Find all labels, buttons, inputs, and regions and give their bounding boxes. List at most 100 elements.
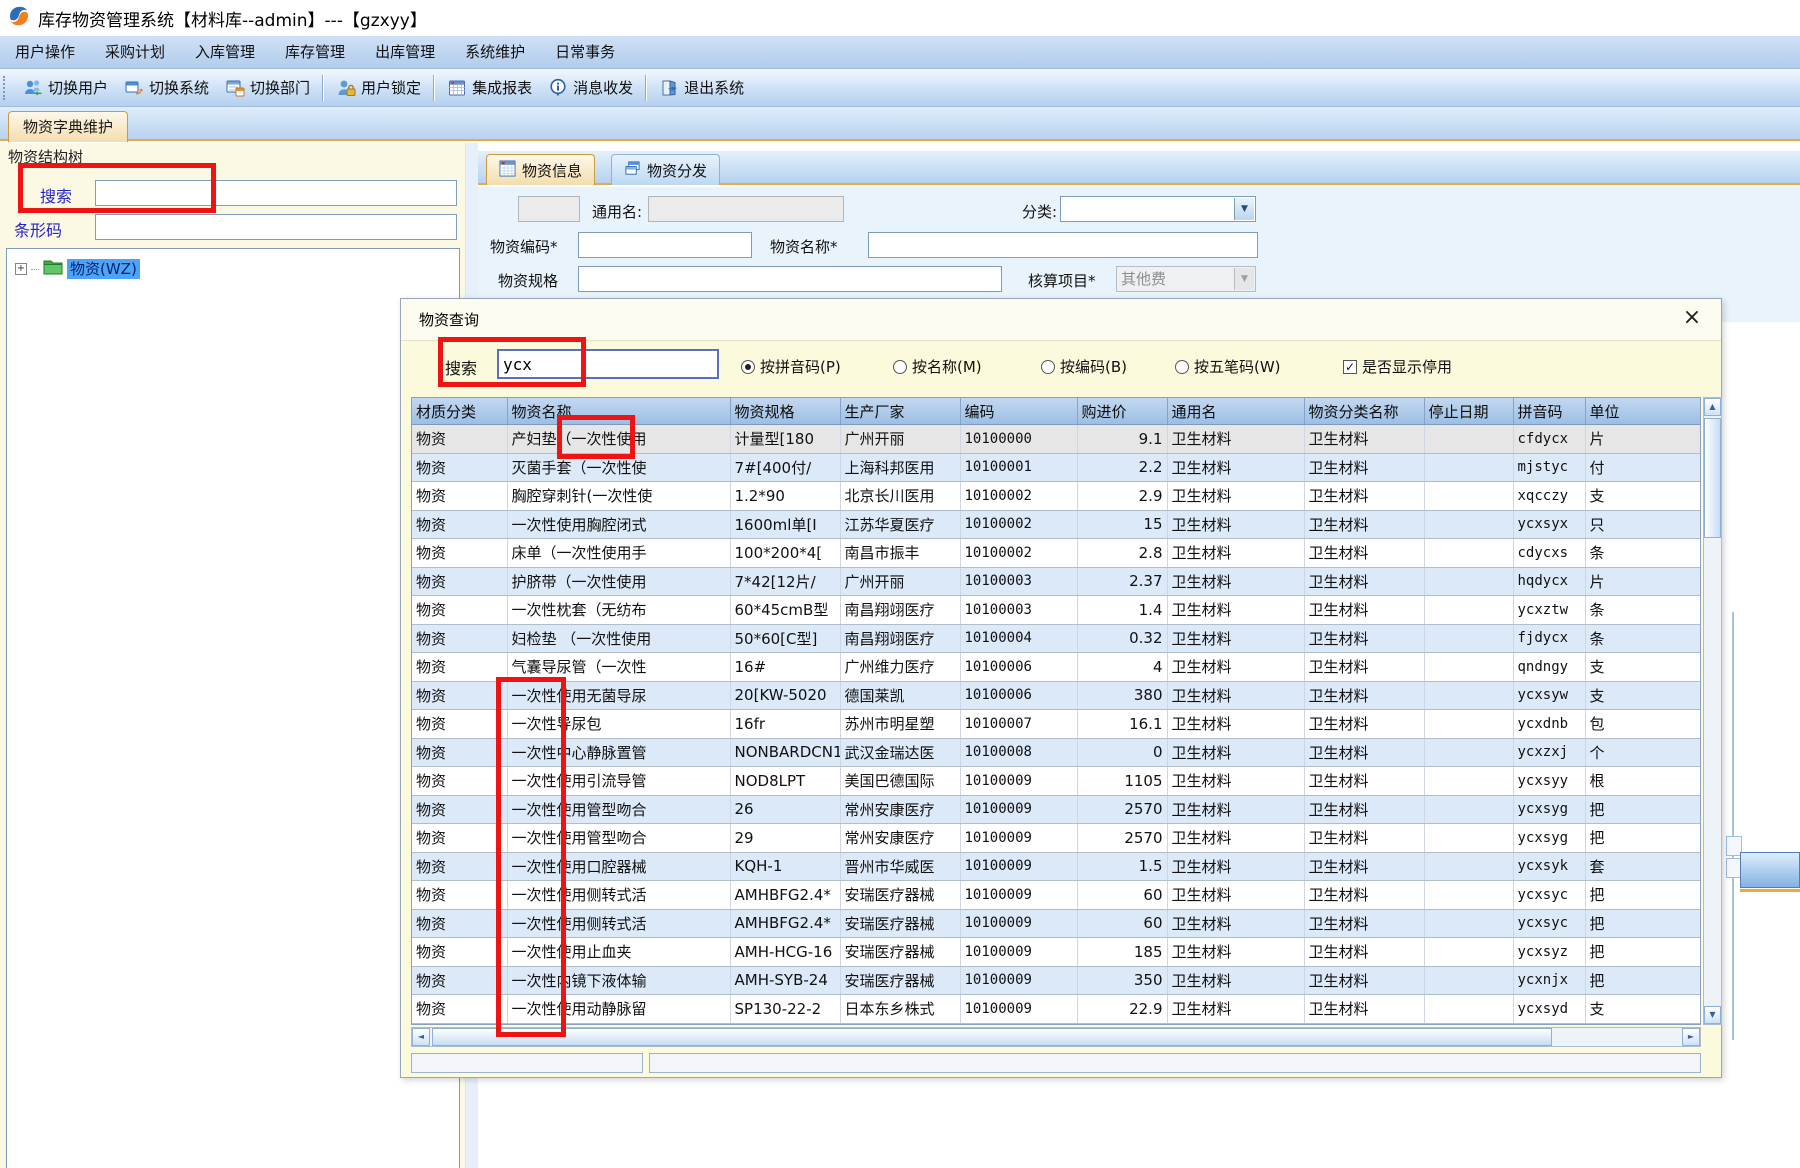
cell: 物资 (412, 709, 508, 739)
table-row[interactable]: 物资 一次性使用无菌导尿 20[KW-5020 德国莱凯 10100006 380 卫生材料… (412, 681, 1700, 710)
table-row[interactable]: 物资 一次性导尿包 16fr 苏州市明星塑 10100007 16.1 卫生材料 卫生材料 yc… (412, 709, 1700, 739)
menu-item-user-operations[interactable]: 用户操作 (0, 36, 90, 68)
toolbar-button-exit[interactable]: 退出系统 (651, 74, 752, 101)
cell (1424, 652, 1514, 682)
cell (1424, 510, 1514, 539)
radio-by-wubi[interactable]: 按五笔码(W) (1175, 356, 1281, 377)
toolbar-button-switch-department[interactable]: 切换部门 (217, 74, 318, 101)
cell: ycxsyk (1513, 852, 1586, 881)
tab-material-dictionary[interactable]: 物资字典维护 (8, 111, 129, 142)
cell: 10100009 (960, 766, 1078, 796)
cell: 卫生材料 (1167, 681, 1305, 710)
cell: 10100006 (960, 652, 1078, 682)
scroll-left-icon[interactable]: ◄ (412, 1028, 430, 1046)
table-row[interactable]: 物资 一次性中心静脉置管 NONBARDCN1 武汉金瑞达医 10100008 0 卫生材料… (412, 738, 1700, 767)
column-header-4[interactable]: 编码 (960, 398, 1078, 425)
toolbar-button-message[interactable]: 消息收发 (540, 74, 641, 101)
toolbar-button-switch-user[interactable]: 切换用户 (15, 74, 116, 101)
column-header-10[interactable]: 单位 (1585, 398, 1700, 425)
cell: 2.37 (1077, 567, 1168, 596)
horizontal-scrollbar[interactable]: ◄ ► (411, 1027, 1701, 1047)
tree-node-label[interactable]: 物资(WZ) (67, 259, 140, 279)
table-row[interactable]: 物资 护脐带（一次性使用 7*42[12片/广州开丽 10100003 2.37 卫生材料… (412, 567, 1700, 596)
toolbar-button-user-lock[interactable]: 用户锁定 (328, 74, 429, 101)
table-row[interactable]: 物资 一次性使用胸腔闭式 1600ml单[I 江苏华夏医疗 10100002 15 卫生材料… (412, 510, 1700, 539)
material-spec-label: 物资规格 (498, 272, 559, 290)
material-code-field[interactable] (578, 232, 752, 258)
table-row[interactable]: 物资 胸腔穿刺针(一次性使 1.2*90 北京长川医用 10100002 2.9 卫生材料卫… (412, 481, 1700, 511)
cell: 2570 (1077, 795, 1168, 824)
tab-material-distribution[interactable]: 物资分发 (611, 154, 721, 185)
menu-item-outbound-management[interactable]: 出库管理 (360, 36, 450, 68)
radio-by-code[interactable]: 按编码(B) (1041, 356, 1127, 377)
horizontal-scroll-thumb[interactable] (432, 1028, 1552, 1046)
toolbar-button-integrated-report[interactable]: 集成报表 (439, 74, 540, 101)
folder-icon (43, 259, 63, 279)
material-spec-field[interactable] (578, 266, 1002, 292)
radio-icon (893, 359, 907, 374)
toolbar-button-switch-system[interactable]: 切换系统 (116, 74, 217, 101)
scroll-right-icon[interactable]: ► (1682, 1028, 1700, 1046)
table-row[interactable]: 物资 一次性使用侧转式活 AMHBFG2.4* 安瑞医疗器械 10100009 60 卫生材… (412, 880, 1700, 910)
material-name-field[interactable] (868, 232, 1258, 258)
table-row[interactable]: 物资 一次性使用动静脉留 SP130-22-2 日本东乡株式 10100009 22.9 卫… (412, 994, 1700, 1024)
table-row[interactable]: 物资 一次性使用止血夹 AMH-HCG-16 安瑞医疗器械 10100009 185 卫生材… (412, 937, 1700, 967)
close-icon[interactable]: × (1679, 305, 1705, 331)
vertical-scroll-thumb[interactable] (1704, 418, 1721, 538)
cell: ycxnjx (1513, 966, 1586, 995)
cell: 0.32 (1077, 624, 1168, 653)
cell: 10100009 (960, 823, 1078, 853)
cell: 10100003 (960, 567, 1078, 596)
radio-icon (741, 359, 755, 374)
menu-item-inbound-management[interactable]: 入库管理 (180, 36, 270, 68)
cell: 卫生材料 (1304, 966, 1425, 995)
menu-item-inventory-management[interactable]: 库存管理 (270, 36, 360, 68)
tab-material-info[interactable]: 物资信息 (486, 154, 596, 185)
cell: 物资 (412, 681, 508, 710)
tree-expand-icon[interactable]: + (15, 263, 27, 275)
table-row[interactable]: 物资 床单（一次性使用手 100*200*4[南昌市振丰 10100002 2.8 卫生材… (412, 538, 1700, 568)
cell: 根 (1585, 766, 1700, 796)
menu-item-system-maintenance[interactable]: 系统维护 (450, 36, 540, 68)
cell: 1105 (1077, 766, 1168, 796)
radio-by-pinyin[interactable]: 按拼音码(P) (741, 356, 841, 377)
vertical-scrollbar[interactable]: ▲ ▼ (1703, 397, 1722, 1025)
cell: 卫生材料 (1304, 795, 1425, 824)
table-row[interactable]: 物资 一次性使用口腔器械 KQH-1 晋州市华威医 10100009 1.5 卫生材料 卫生材… (412, 852, 1700, 881)
column-header-7[interactable]: 物资分类名称 (1304, 398, 1425, 425)
column-header-0[interactable]: 材质分类 (412, 398, 508, 425)
column-header-9[interactable]: 拼音码 (1513, 398, 1586, 425)
cell: 9.1 (1077, 424, 1168, 454)
scroll-up-icon[interactable]: ▲ (1704, 398, 1721, 416)
table-row[interactable]: 物资 一次性内镜下液体输 AMH-SYB-24 安瑞医疗器械 10100009 350 卫生… (412, 966, 1700, 995)
scroll-down-icon[interactable]: ▼ (1704, 1006, 1721, 1024)
chevron-down-icon[interactable]: ▼ (1234, 198, 1254, 220)
table-row[interactable]: 物资 一次性使用引流导管 NOD8LPT 美国巴德国际 10100009 1105 卫生材料… (412, 766, 1700, 796)
category-combo[interactable]: ▼ (1060, 196, 1256, 222)
checkbox-show-disabled[interactable]: 是否显示停用 (1343, 356, 1452, 377)
table-row[interactable]: 物资 气囊导尿管（一次性 16# 广州维力医疗 10100006 4 卫生材料 卫生材料 qnd… (412, 652, 1700, 682)
cell: 16fr (730, 709, 841, 739)
switch-user-icon (23, 78, 43, 98)
table-row[interactable]: 物资 一次性枕套（无纺布 60*45cmB型 南昌翔翊医疗 10100003 1.4 卫生材… (412, 595, 1700, 625)
table-row[interactable]: 物资 一次性使用侧转式活 AMHBFG2.4* 安瑞医疗器械 10100009 60 卫生材… (412, 909, 1700, 938)
column-header-5[interactable]: 购进价 (1077, 398, 1168, 425)
radio-by-name[interactable]: 按名称(M) (893, 356, 982, 377)
cell: 卫生材料 (1304, 510, 1425, 539)
barcode-input[interactable] (95, 214, 457, 240)
table-row[interactable]: 物资 妇检垫 （一次性使用 50*60[C型] 南昌翔翊医疗 10100004 0.32 卫… (412, 624, 1700, 653)
column-header-6[interactable]: 通用名 (1167, 398, 1305, 425)
cell: 185 (1077, 937, 1168, 967)
column-header-8[interactable]: 停止日期 (1424, 398, 1514, 425)
table-row[interactable]: 物资 一次性使用管型吻合 29 常州安康医疗 10100009 2570 卫生材料 卫生材料 y… (412, 823, 1700, 853)
column-header-2[interactable]: 物资规格 (730, 398, 841, 425)
table-row[interactable]: 物资 一次性使用管型吻合 26 常州安康医疗 10100009 2570 卫生材料 卫生材料 y… (412, 795, 1700, 824)
tree-node-material-root[interactable]: + 物资(WZ) (15, 259, 140, 279)
menu-item-daily-affairs[interactable]: 日常事务 (540, 36, 630, 68)
cell: 10100009 (960, 966, 1078, 995)
column-header-3[interactable]: 生产厂家 (840, 398, 961, 425)
category-label: 分类: (1022, 203, 1058, 221)
menu-item-purchase-plan[interactable]: 采购计划 (90, 36, 180, 68)
cell: 29 (730, 823, 841, 853)
common-name-label: 通用名: (592, 203, 643, 221)
